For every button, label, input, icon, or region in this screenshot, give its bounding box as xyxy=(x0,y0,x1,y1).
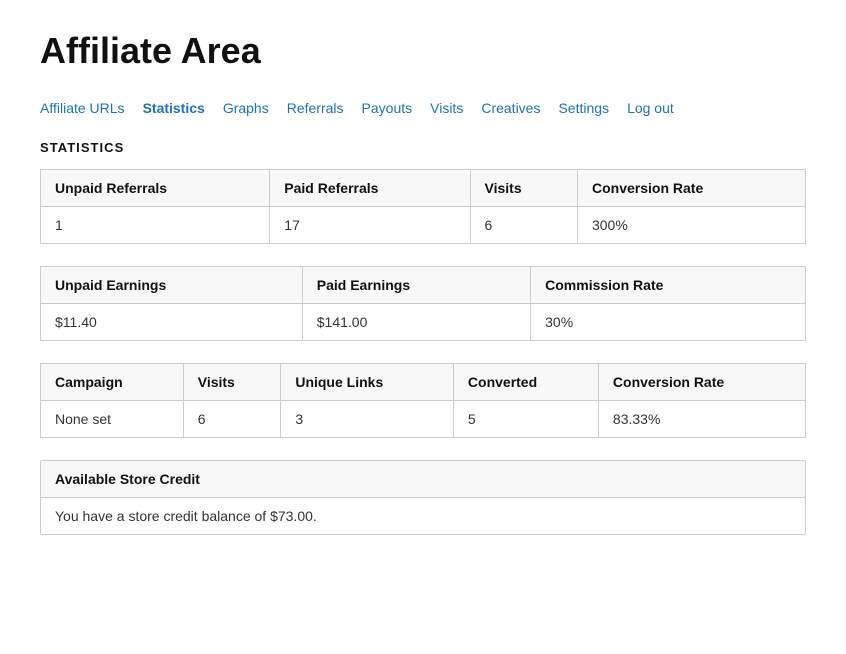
table-row: 1 17 6 300% xyxy=(41,207,806,244)
cell-unpaid-earnings: $11.40 xyxy=(41,304,303,341)
nav-item-payouts[interactable]: Payouts xyxy=(362,100,413,116)
col-unpaid-referrals: Unpaid Referrals xyxy=(41,170,270,207)
store-credit-body: You have a store credit balance of $73.0… xyxy=(41,498,805,534)
cell-unique-links: 3 xyxy=(281,401,454,438)
col-paid-earnings: Paid Earnings xyxy=(302,267,530,304)
table-row: $11.40 $141.00 30% xyxy=(41,304,806,341)
col-visits: Visits xyxy=(183,364,281,401)
campaign-table: Campaign Visits Unique Links Converted C… xyxy=(40,363,806,438)
cell-conversion-rate-value: 83.33% xyxy=(598,401,805,438)
earnings-table: Unpaid Earnings Paid Earnings Commission… xyxy=(40,266,806,341)
cell-visits: 6 xyxy=(470,207,577,244)
col-converted: Converted xyxy=(453,364,598,401)
section-title: STATISTICS xyxy=(40,140,806,155)
nav-item-statistics[interactable]: Statistics xyxy=(143,100,205,116)
nav-item-log-out[interactable]: Log out xyxy=(627,100,674,116)
cell-visits: 6 xyxy=(183,401,281,438)
col-visits: Visits xyxy=(470,170,577,207)
cell-unpaid-referrals: 1 xyxy=(41,207,270,244)
nav-item-settings[interactable]: Settings xyxy=(558,100,609,116)
cell-paid-earnings: $141.00 xyxy=(302,304,530,341)
col-unique-links: Unique Links xyxy=(281,364,454,401)
col-commission-rate: Commission Rate xyxy=(531,267,806,304)
nav-item-creatives[interactable]: Creatives xyxy=(481,100,540,116)
table-row: None set 6 3 5 83.33% xyxy=(41,401,806,438)
store-credit-header: Available Store Credit xyxy=(41,461,805,498)
col-unpaid-earnings: Unpaid Earnings xyxy=(41,267,303,304)
main-nav: Affiliate URLs Statistics Graphs Referrals P… xyxy=(40,100,806,116)
cell-converted: 5 xyxy=(453,401,598,438)
cell-commission-rate: 30% xyxy=(531,304,806,341)
cell-conversion-rate: 300% xyxy=(577,207,805,244)
nav-item-affiliate-urls[interactable]: Affiliate URLs xyxy=(40,100,125,116)
nav-item-referrals[interactable]: Referrals xyxy=(287,100,344,116)
col-conversion-rate: Conversion Rate xyxy=(577,170,805,207)
referrals-table: Unpaid Referrals Paid Referrals Visits C… xyxy=(40,169,806,244)
col-conversion-rate: Conversion Rate xyxy=(598,364,805,401)
cell-campaign: None set xyxy=(41,401,184,438)
nav-item-graphs[interactable]: Graphs xyxy=(223,100,269,116)
page-title: Affiliate Area xyxy=(40,30,806,72)
col-paid-referrals: Paid Referrals xyxy=(270,170,470,207)
col-campaign: Campaign xyxy=(41,364,184,401)
cell-paid-referrals: 17 xyxy=(270,207,470,244)
store-credit-box: Available Store Credit You have a store … xyxy=(40,460,806,535)
nav-item-visits[interactable]: Visits xyxy=(430,100,463,116)
